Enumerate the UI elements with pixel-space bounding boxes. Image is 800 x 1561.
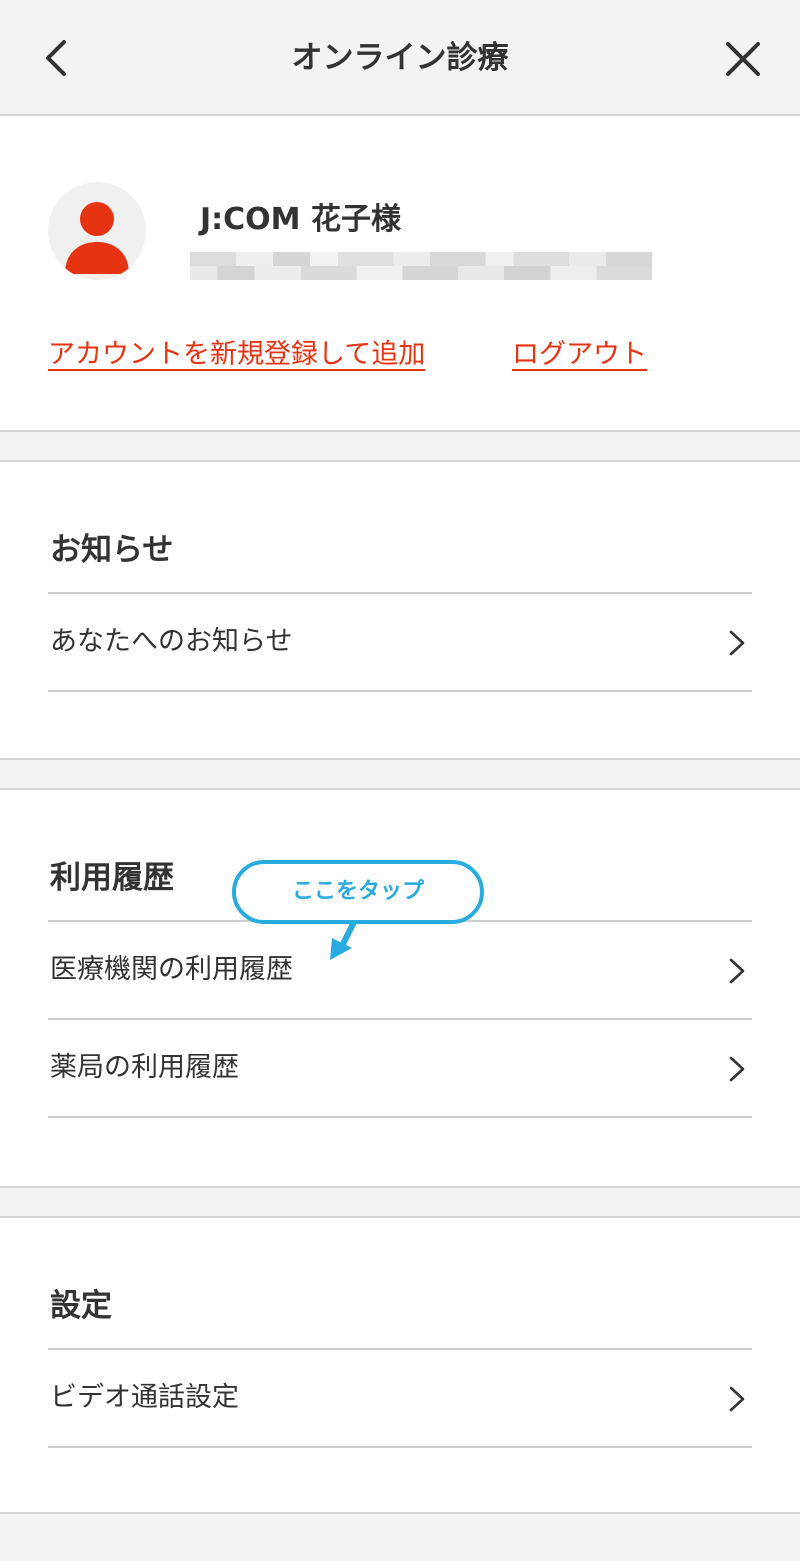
settings-section: 設定 ビデオ通話設定	[0, 1218, 800, 1512]
notifications-section: お知らせ あなたへのお知らせ	[0, 462, 800, 758]
user-avatar-icon	[48, 182, 146, 280]
chevron-right-icon	[729, 1056, 745, 1082]
list-item-clinic-history[interactable]: 医療機関の利用履歴	[48, 920, 752, 1018]
list-item-label: あなたへのお知らせ	[50, 626, 293, 657]
section-divider	[0, 430, 800, 462]
register-account-link[interactable]: アカウントを新規登録して追加	[48, 332, 425, 371]
account-section: J:COM 花子様 アカウントを新規登録して追加 ログアウト	[0, 116, 800, 430]
history-title: 利用履歴	[50, 860, 174, 896]
list-item-label: ビデオ通話設定	[50, 1382, 239, 1413]
logout-link[interactable]: ログアウト	[512, 332, 647, 371]
chevron-right-icon	[729, 1386, 745, 1412]
section-divider	[0, 1512, 800, 1561]
chevron-right-icon	[729, 630, 745, 656]
close-icon	[726, 42, 760, 76]
list-item-video-call-settings[interactable]: ビデオ通話設定	[48, 1348, 752, 1448]
list-item-label: 医療機関の利用履歴	[50, 954, 293, 985]
close-button[interactable]	[720, 34, 766, 82]
tap-here-callout: ここをタップ	[232, 860, 484, 924]
page-title: オンライン診療	[291, 40, 509, 76]
app-header: オンライン診療	[0, 0, 800, 116]
notifications-title: お知らせ	[50, 532, 174, 568]
history-section: 利用履歴 医療機関の利用履歴 薬局の利用履歴	[0, 790, 800, 1186]
list-item-label: 薬局の利用履歴	[50, 1052, 239, 1083]
masked-email	[190, 252, 652, 280]
list-item-notifications[interactable]: あなたへのお知らせ	[48, 592, 752, 692]
section-divider	[0, 758, 800, 790]
settings-title: 設定	[50, 1288, 112, 1324]
arrow-down-left-icon	[330, 920, 357, 960]
chevron-right-icon	[729, 958, 745, 984]
user-name: J:COM 花子様	[200, 202, 401, 237]
list-item-pharmacy-history[interactable]: 薬局の利用履歴	[48, 1018, 752, 1118]
section-divider	[0, 1186, 800, 1218]
